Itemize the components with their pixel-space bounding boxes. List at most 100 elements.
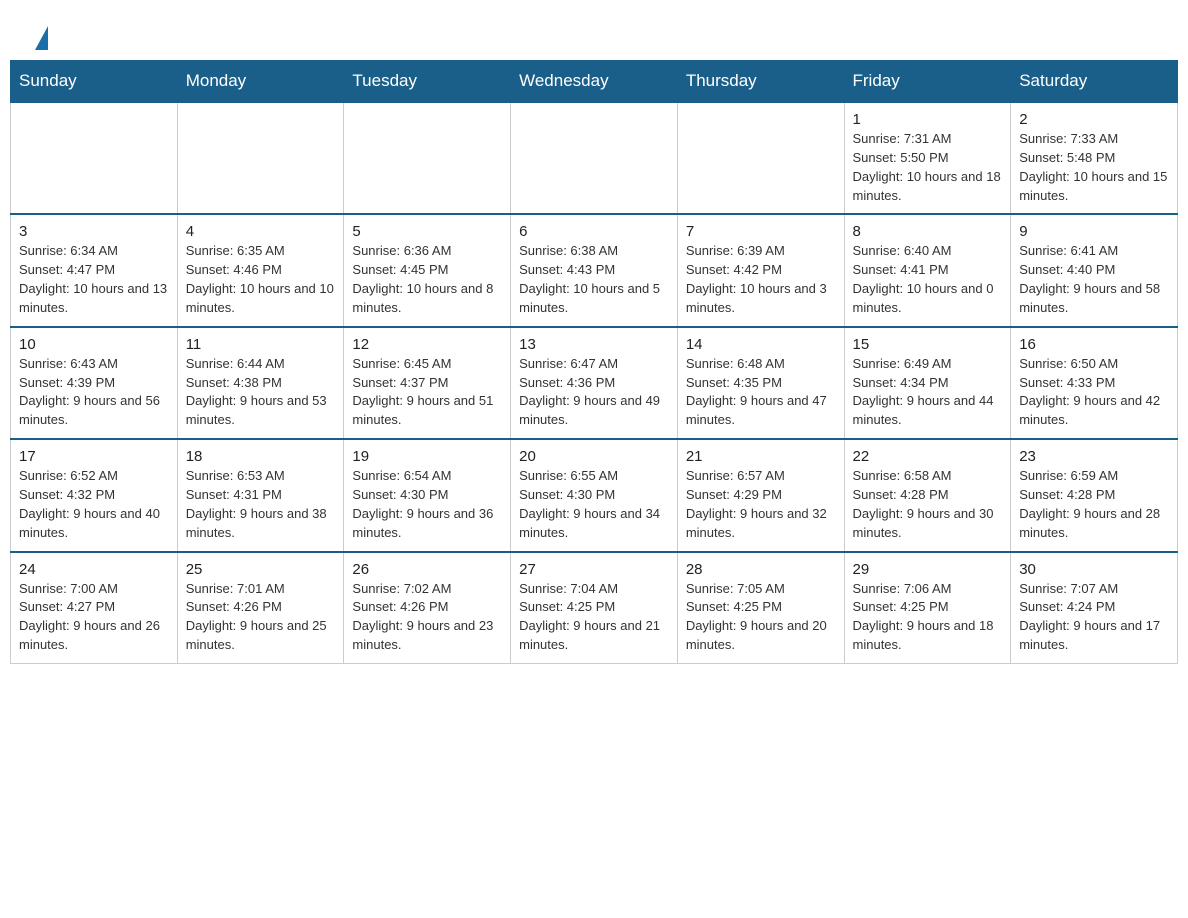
day-number: 3	[19, 223, 169, 240]
calendar-cell: 11 Sunrise: 6:44 AM Sunset: 4:38 PM Dayli…	[177, 327, 344, 439]
day-info: Sunrise: 6:52 AM Sunset: 4:32 PM Dayligh…	[19, 467, 169, 542]
day-info: Sunrise: 7:01 AM Sunset: 4:26 PM Dayligh…	[186, 580, 336, 655]
calendar-cell: 27 Sunrise: 7:04 AM Sunset: 4:25 PM Dayli…	[511, 552, 678, 664]
day-info: Sunrise: 6:41 AM Sunset: 4:40 PM Dayligh…	[1019, 242, 1169, 317]
day-number: 30	[1019, 561, 1169, 578]
calendar-cell: 28 Sunrise: 7:05 AM Sunset: 4:25 PM Dayli…	[677, 552, 844, 664]
day-number: 12	[352, 336, 502, 353]
calendar-cell: 9 Sunrise: 6:41 AM Sunset: 4:40 PM Daylig…	[1011, 214, 1178, 326]
week-row-2: 3Sunrise: 6:34 AM Sunset: 4:47 PM Daylig…	[11, 214, 1178, 326]
day-number: 16	[1019, 336, 1169, 353]
day-number: 5	[352, 223, 502, 240]
day-info: Sunrise: 7:00 AM Sunset: 4:27 PM Dayligh…	[19, 580, 169, 655]
week-row-5: 24 Sunrise: 7:00 AM Sunset: 4:27 PM Dayli…	[11, 552, 1178, 664]
week-row-4: 17Sunrise: 6:52 AM Sunset: 4:32 PM Dayli…	[11, 439, 1178, 551]
day-number: 23	[1019, 448, 1169, 465]
day-number: 13	[519, 336, 669, 353]
day-number: 4	[186, 223, 336, 240]
day-info: Sunrise: 6:39 AM Sunset: 4:42 PM Dayligh…	[686, 242, 836, 317]
day-number: 1	[853, 111, 1003, 128]
day-info: Sunrise: 7:04 AM Sunset: 4:25 PM Dayligh…	[519, 580, 669, 655]
page-header	[0, 0, 1188, 60]
calendar-cell: 8 Sunrise: 6:40 AM Sunset: 4:41 PM Daylig…	[844, 214, 1011, 326]
calendar-cell: 24 Sunrise: 7:00 AM Sunset: 4:27 PM Dayli…	[11, 552, 178, 664]
calendar-cell: 15 Sunrise: 6:49 AM Sunset: 4:34 PM Dayli…	[844, 327, 1011, 439]
calendar-cell: 17Sunrise: 6:52 AM Sunset: 4:32 PM Dayli…	[11, 439, 178, 551]
calendar-cell: 14Sunrise: 6:48 AM Sunset: 4:35 PM Dayli…	[677, 327, 844, 439]
day-number: 27	[519, 561, 669, 578]
day-number: 7	[686, 223, 836, 240]
calendar-cell: 29 Sunrise: 7:06 AM Sunset: 4:25 PM Dayli…	[844, 552, 1011, 664]
day-number: 6	[519, 223, 669, 240]
calendar-cell: 4Sunrise: 6:35 AM Sunset: 4:46 PM Daylig…	[177, 214, 344, 326]
day-number: 20	[519, 448, 669, 465]
calendar-cell: 16 Sunrise: 6:50 AM Sunset: 4:33 PM Dayli…	[1011, 327, 1178, 439]
calendar-cell: 21 Sunrise: 6:57 AM Sunset: 4:29 PM Dayli…	[677, 439, 844, 551]
day-info: Sunrise: 6:44 AM Sunset: 4:38 PM Dayligh…	[186, 355, 336, 430]
calendar-cell: 13 Sunrise: 6:47 AM Sunset: 4:36 PM Dayli…	[511, 327, 678, 439]
calendar-cell: 26 Sunrise: 7:02 AM Sunset: 4:26 PM Dayli…	[344, 552, 511, 664]
col-header-saturday: Saturday	[1011, 61, 1178, 103]
calendar-cell: 22Sunrise: 6:58 AM Sunset: 4:28 PM Dayli…	[844, 439, 1011, 551]
day-number: 22	[853, 448, 1003, 465]
day-info: Sunrise: 6:38 AM Sunset: 4:43 PM Dayligh…	[519, 242, 669, 317]
col-header-tuesday: Tuesday	[344, 61, 511, 103]
calendar-header-row: SundayMondayTuesdayWednesdayThursdayFrid…	[11, 61, 1178, 103]
day-info: Sunrise: 7:05 AM Sunset: 4:25 PM Dayligh…	[686, 580, 836, 655]
calendar-cell: 18Sunrise: 6:53 AM Sunset: 4:31 PM Dayli…	[177, 439, 344, 551]
day-number: 21	[686, 448, 836, 465]
week-row-1: 1 Sunrise: 7:31 AM Sunset: 5:50 PM Daylig…	[11, 102, 1178, 214]
day-info: Sunrise: 6:57 AM Sunset: 4:29 PM Dayligh…	[686, 467, 836, 542]
calendar-table: SundayMondayTuesdayWednesdayThursdayFrid…	[10, 60, 1178, 664]
calendar-cell	[11, 102, 178, 214]
calendar-wrapper: SundayMondayTuesdayWednesdayThursdayFrid…	[0, 60, 1188, 684]
col-header-sunday: Sunday	[11, 61, 178, 103]
logo-triangle-icon	[35, 26, 48, 50]
week-row-3: 10Sunrise: 6:43 AM Sunset: 4:39 PM Dayli…	[11, 327, 1178, 439]
day-number: 9	[1019, 223, 1169, 240]
day-number: 28	[686, 561, 836, 578]
col-header-monday: Monday	[177, 61, 344, 103]
calendar-cell: 23 Sunrise: 6:59 AM Sunset: 4:28 PM Dayli…	[1011, 439, 1178, 551]
day-number: 26	[352, 561, 502, 578]
calendar-cell	[511, 102, 678, 214]
calendar-cell	[177, 102, 344, 214]
day-info: Sunrise: 6:49 AM Sunset: 4:34 PM Dayligh…	[853, 355, 1003, 430]
day-info: Sunrise: 7:06 AM Sunset: 4:25 PM Dayligh…	[853, 580, 1003, 655]
calendar-cell: 12 Sunrise: 6:45 AM Sunset: 4:37 PM Dayli…	[344, 327, 511, 439]
calendar-cell: 1 Sunrise: 7:31 AM Sunset: 5:50 PM Daylig…	[844, 102, 1011, 214]
day-number: 11	[186, 336, 336, 353]
day-info: Sunrise: 6:48 AM Sunset: 4:35 PM Dayligh…	[686, 355, 836, 430]
calendar-cell: 7 Sunrise: 6:39 AM Sunset: 4:42 PM Daylig…	[677, 214, 844, 326]
day-number: 18	[186, 448, 336, 465]
day-info: Sunrise: 7:07 AM Sunset: 4:24 PM Dayligh…	[1019, 580, 1169, 655]
calendar-cell: 2Sunrise: 7:33 AM Sunset: 5:48 PM Daylig…	[1011, 102, 1178, 214]
col-header-friday: Friday	[844, 61, 1011, 103]
day-number: 24	[19, 561, 169, 578]
day-info: Sunrise: 6:55 AM Sunset: 4:30 PM Dayligh…	[519, 467, 669, 542]
day-info: Sunrise: 7:31 AM Sunset: 5:50 PM Dayligh…	[853, 130, 1003, 205]
day-info: Sunrise: 7:33 AM Sunset: 5:48 PM Dayligh…	[1019, 130, 1169, 205]
day-info: Sunrise: 6:45 AM Sunset: 4:37 PM Dayligh…	[352, 355, 502, 430]
calendar-cell: 25 Sunrise: 7:01 AM Sunset: 4:26 PM Dayli…	[177, 552, 344, 664]
col-header-wednesday: Wednesday	[511, 61, 678, 103]
calendar-cell: 3Sunrise: 6:34 AM Sunset: 4:47 PM Daylig…	[11, 214, 178, 326]
day-number: 15	[853, 336, 1003, 353]
day-number: 8	[853, 223, 1003, 240]
calendar-cell	[677, 102, 844, 214]
day-info: Sunrise: 6:40 AM Sunset: 4:41 PM Dayligh…	[853, 242, 1003, 317]
day-number: 29	[853, 561, 1003, 578]
day-info: Sunrise: 6:50 AM Sunset: 4:33 PM Dayligh…	[1019, 355, 1169, 430]
day-number: 25	[186, 561, 336, 578]
day-info: Sunrise: 6:54 AM Sunset: 4:30 PM Dayligh…	[352, 467, 502, 542]
calendar-cell: 5Sunrise: 6:36 AM Sunset: 4:45 PM Daylig…	[344, 214, 511, 326]
logo	[32, 24, 48, 50]
calendar-cell: 20 Sunrise: 6:55 AM Sunset: 4:30 PM Dayli…	[511, 439, 678, 551]
day-info: Sunrise: 7:02 AM Sunset: 4:26 PM Dayligh…	[352, 580, 502, 655]
calendar-cell: 10Sunrise: 6:43 AM Sunset: 4:39 PM Dayli…	[11, 327, 178, 439]
day-info: Sunrise: 6:47 AM Sunset: 4:36 PM Dayligh…	[519, 355, 669, 430]
calendar-cell: 6 Sunrise: 6:38 AM Sunset: 4:43 PM Daylig…	[511, 214, 678, 326]
day-info: Sunrise: 6:59 AM Sunset: 4:28 PM Dayligh…	[1019, 467, 1169, 542]
calendar-cell: 30 Sunrise: 7:07 AM Sunset: 4:24 PM Dayli…	[1011, 552, 1178, 664]
day-number: 10	[19, 336, 169, 353]
